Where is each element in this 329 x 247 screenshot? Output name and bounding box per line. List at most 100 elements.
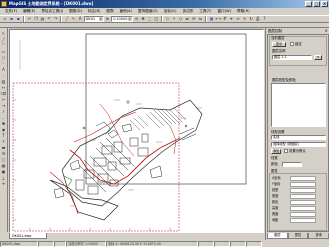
show-button[interactable]: 显示	[272, 42, 286, 47]
point-tool-icon[interactable]: ·	[1, 73, 7, 78]
tab-query[interactable]: 查询	[308, 233, 329, 239]
pan-icon[interactable]: ✥	[140, 16, 146, 22]
layer-select[interactable]: DK01 ▾	[83, 16, 104, 22]
menu-window[interactable]: 窗口(W)	[214, 8, 234, 15]
field-hatching	[129, 107, 187, 131]
coord-icon[interactable]: ⌖	[1, 181, 7, 186]
rectangle-tool-icon[interactable]: ▭	[1, 49, 7, 54]
attr-value-field[interactable]	[290, 194, 316, 199]
measure-icon[interactable]: ⟷	[215, 16, 221, 22]
tab-attributes[interactable]: 属性	[287, 233, 309, 239]
menu-coordinate[interactable]: 坐标(G)	[161, 8, 180, 15]
save-icon[interactable]: ▪	[15, 16, 21, 22]
menu-file[interactable]: 文件(F)	[2, 8, 20, 15]
menu-boundary-tools[interactable]: 界址点工具(J)	[38, 8, 66, 15]
help-icon[interactable]: ?	[261, 16, 267, 22]
fillet-tool-icon[interactable]: ◟	[1, 115, 7, 120]
polygon-icon[interactable]: ⬠	[164, 16, 170, 22]
grid-icon[interactable]: #	[222, 16, 228, 22]
undo-icon[interactable]: ↶	[46, 16, 52, 22]
line-select-combo[interactable]: 选择线型 (按图层)	[271, 142, 326, 147]
zoom-in-icon[interactable]: ⊕	[104, 16, 110, 22]
copy-icon[interactable]: ❐	[33, 16, 39, 22]
line-tool-icon[interactable]: ╱	[1, 37, 7, 42]
redo-icon[interactable]: ↷	[53, 16, 59, 22]
line-type-combo[interactable]: 实线	[271, 135, 326, 140]
area-calc-icon[interactable]: ▦	[209, 16, 215, 22]
new-file-icon[interactable]: ▫	[2, 16, 8, 22]
tab-layers[interactable]: 图层	[267, 233, 288, 239]
layer-style-list[interactable]	[271, 83, 326, 127]
scale-select[interactable]: 1:10000 ▾	[110, 16, 133, 22]
attr-value-field[interactable]	[290, 218, 316, 223]
offset-tool-icon[interactable]: ⫽	[1, 109, 7, 114]
menu-patch[interactable]: 图斑(D)	[66, 8, 85, 15]
main-toolbar: ▫ ▰ ▪ ✂ ❐ ▤ ↶ ↷ ╱ ↖ A DK01 ▾ ⊕ 1:10000 ▾…	[0, 15, 329, 23]
attr-value-field[interactable]	[290, 200, 316, 205]
zoom-window-icon[interactable]: ⬚	[147, 16, 153, 22]
close-button[interactable]: ×	[321, 1, 328, 7]
boundary-point-icon[interactable]: ◉	[1, 127, 7, 132]
attr-value-field[interactable]	[290, 182, 316, 187]
text-tool-icon[interactable]: A	[77, 16, 83, 22]
layer-dropdown-button[interactable]: ▾	[314, 55, 322, 60]
menu-tools[interactable]: 工具(T)	[196, 8, 214, 15]
frame-icon[interactable]: ▢	[1, 157, 7, 162]
delete-icon[interactable]: ✕	[242, 16, 248, 22]
layer-name-select[interactable]: 图层 1-1	[272, 55, 312, 60]
full-extent-icon[interactable]: ◫	[153, 16, 159, 22]
label-tool-icon[interactable]: T	[1, 133, 7, 138]
measure-icon[interactable]: ⟂	[1, 175, 7, 180]
drawing-canvas[interactable]	[9, 29, 264, 233]
arc-tool-icon[interactable]: ◜	[1, 61, 7, 66]
move-icon[interactable]: ⇄	[184, 16, 190, 22]
polyline-tool-icon[interactable]: ⌒	[1, 43, 7, 48]
add-button[interactable]: 添加	[271, 149, 281, 154]
menu-help[interactable]: 帮助(H)	[234, 8, 253, 15]
erase-tool-icon[interactable]: ⌫	[1, 91, 7, 96]
text-tool-icon[interactable]: A	[1, 67, 7, 72]
print-icon[interactable]: ⎙	[255, 16, 261, 22]
menu-edit[interactable]: 编辑(E)	[20, 8, 38, 15]
table-icon[interactable]: ▦	[1, 163, 7, 168]
cut-icon[interactable]: ✂	[26, 16, 32, 22]
rotate-icon[interactable]: ⟳	[191, 16, 197, 22]
zoom-out-icon[interactable]: ⊖	[134, 16, 140, 22]
color-field[interactable]	[282, 162, 302, 167]
dimension-tool-icon[interactable]: ↔	[1, 85, 7, 90]
attr-value-field[interactable]	[290, 176, 316, 181]
menu-polygon[interactable]: 多边形	[179, 8, 196, 15]
layer-manager-icon[interactable]: ≡	[235, 16, 241, 22]
north-arrow-icon[interactable]: ⇑	[1, 139, 7, 144]
minimize-button[interactable]: _	[305, 1, 312, 7]
trim-tool-icon[interactable]: ✂	[1, 97, 7, 102]
lock-checkbox[interactable]	[290, 42, 294, 46]
node-edit-icon[interactable]: ◇	[178, 16, 184, 22]
menu-area[interactable]: 面积(A)	[117, 8, 135, 15]
attr-value-field[interactable]	[290, 188, 316, 193]
menu-label[interactable]: 标注(B)	[85, 8, 103, 15]
symbol-tool-icon[interactable]: ✱	[1, 121, 7, 126]
maximize-button[interactable]: □	[313, 1, 320, 7]
select-arrow-icon[interactable]: ↖	[1, 31, 7, 36]
hatch-tool-icon[interactable]: ▨	[1, 79, 7, 84]
image-icon[interactable]: ▣	[1, 169, 7, 174]
legend-icon[interactable]: ☰	[1, 151, 7, 156]
attr-value-field[interactable]	[290, 206, 316, 211]
scale-bar-icon[interactable]: ▬	[1, 145, 7, 150]
default-checkbox[interactable]	[284, 149, 288, 153]
document-tab[interactable]: DK001.dwo	[9, 233, 47, 239]
open-folder-icon[interactable]: ▰	[9, 16, 15, 22]
snap-icon[interactable]: ⌖	[228, 16, 234, 22]
mirror-icon[interactable]: ⇋	[197, 16, 203, 22]
circle-tool-icon[interactable]: ○	[1, 55, 7, 60]
draw-line-icon[interactable]: ╱	[64, 16, 70, 22]
menu-decorate[interactable]: 整饰图面(Z)	[135, 8, 161, 15]
refresh-icon[interactable]: ↻	[248, 16, 254, 22]
select-arrow-icon[interactable]: ↖	[71, 16, 77, 22]
attr-value-field[interactable]	[290, 212, 316, 217]
menu-frame[interactable]: 图廓	[103, 8, 116, 15]
point-icon[interactable]: •	[171, 16, 177, 22]
paste-icon[interactable]: ▤	[40, 16, 46, 22]
extend-tool-icon[interactable]: ⇥	[1, 103, 7, 108]
